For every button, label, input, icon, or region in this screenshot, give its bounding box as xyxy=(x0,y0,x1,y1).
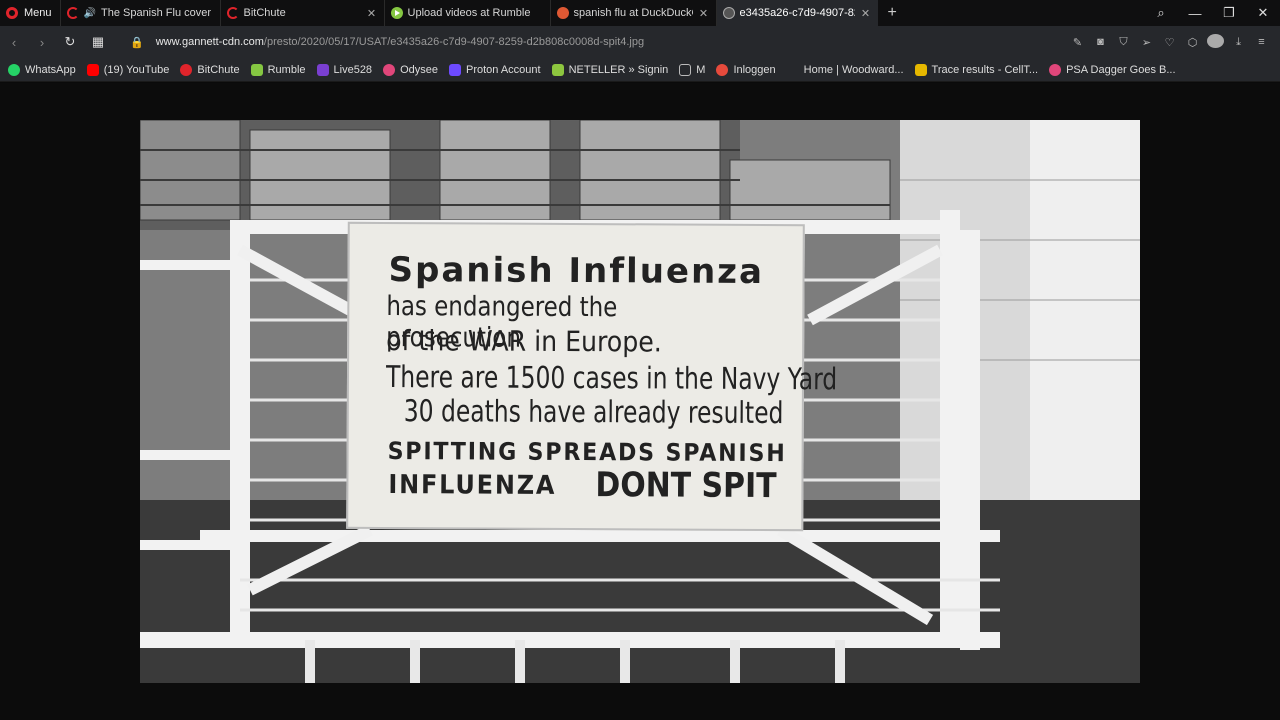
neteller-icon xyxy=(551,63,564,76)
tab-spanish-flu-video[interactable]: 🔊 The Spanish Flu cover u xyxy=(59,0,220,26)
bookmark-label: BitChute xyxy=(197,63,240,76)
bookmark-trace-results[interactable]: Trace results - CellT... xyxy=(914,63,1039,76)
tab-image-active[interactable]: e3435a26-c7d9-4907-8259 ✕ xyxy=(715,0,878,26)
cube-icon[interactable]: ⬡ xyxy=(1184,36,1201,49)
bookmark-label: (19) YouTube xyxy=(103,63,170,76)
bookmark-bitchute[interactable]: BitChute xyxy=(180,63,240,76)
youtube-icon xyxy=(86,63,99,76)
address-bar: ‹ › ↻ ▦ 🔒 www.gannett-cdn.com/presto/202… xyxy=(0,26,1280,58)
back-button[interactable]: ‹ xyxy=(0,35,28,50)
sign-line-5: 30 deaths have already resulted xyxy=(403,394,784,432)
bookmark-rumble[interactable]: Rumble xyxy=(250,63,306,76)
close-tab-icon[interactable]: ✕ xyxy=(366,7,378,20)
bookmark-label: PSA Dagger Goes B... xyxy=(1066,63,1176,76)
sign-heading: Spanish Influenza xyxy=(388,250,765,292)
folder-icon xyxy=(679,63,692,76)
odysee-icon xyxy=(383,63,396,76)
url-path: /presto/2020/05/17/USAT/e3435a26-c7d9-49… xyxy=(263,36,645,48)
tab-title: e3435a26-c7d9-4907-8259 xyxy=(739,7,855,19)
globe-icon xyxy=(722,7,735,19)
url-field[interactable]: 🔒 www.gannett-cdn.com/presto/2020/05/17/… xyxy=(130,36,644,49)
tabs-grid-icon[interactable]: ▦ xyxy=(84,34,112,50)
bookmark-neteller[interactable]: NETELLER » Signin xyxy=(551,63,669,76)
warning-sign: Spanish Influenza has endangered the pro… xyxy=(346,221,837,532)
shield-icon[interactable]: ⛉ xyxy=(1115,36,1132,49)
sign-line-6: SPITTING SPREADS SPANISH xyxy=(387,437,787,468)
heart-icon[interactable]: ♡ xyxy=(1161,36,1178,49)
bookmark-label: Home | Woodward... xyxy=(803,63,904,76)
camera-icon[interactable]: ◙ xyxy=(1092,36,1109,48)
menu-label: Menu xyxy=(24,7,52,19)
proton-icon xyxy=(448,63,461,76)
bookmark-label: M xyxy=(696,63,706,76)
close-tab-icon[interactable]: ✕ xyxy=(860,7,872,20)
search-tabs-icon[interactable]: ⌕ xyxy=(1144,5,1178,21)
tab-rumble-upload[interactable]: Upload videos at Rumble xyxy=(383,0,550,26)
bookmark-label: WhatsApp xyxy=(25,63,76,76)
bookmark-label: Proton Account xyxy=(465,63,541,76)
rumble-icon xyxy=(390,7,403,19)
tab-bar: Menu 🔊 The Spanish Flu cover u BitChute … xyxy=(0,0,1280,26)
trace-results-icon xyxy=(914,63,927,76)
bookmark-label: Rumble xyxy=(267,63,306,76)
woodward-icon xyxy=(786,63,799,76)
bookmark-label: NETELLER » Signin xyxy=(568,63,669,76)
forward-button[interactable]: › xyxy=(28,35,56,50)
bookmark-folder-m[interactable]: M xyxy=(679,63,706,76)
speaker-icon[interactable]: 🔊 xyxy=(84,8,96,19)
bitchute-icon xyxy=(66,7,79,19)
bookmark-label: Live528 xyxy=(333,63,373,76)
toolbar-icons: ✎ ◙ ⛉ ➢ ♡ ⬡ ⤓ ≡ xyxy=(1069,33,1280,51)
bookmark-label: Odysee xyxy=(400,63,438,76)
bitchute-icon xyxy=(180,63,193,76)
bookmark-label: Trace results - CellT... xyxy=(931,63,1039,76)
inloggen-icon xyxy=(716,63,729,76)
psa-dagger-icon xyxy=(1049,63,1062,76)
download-icon[interactable]: ⤓ xyxy=(1230,36,1247,49)
edit-icon[interactable]: ✎ xyxy=(1069,36,1086,49)
tab-bitchute[interactable]: BitChute ✕ xyxy=(219,0,384,26)
url-domain: www.gannett-cdn.com xyxy=(155,36,264,48)
new-tab-button[interactable]: + xyxy=(878,4,907,22)
profile-avatar[interactable] xyxy=(1207,33,1224,51)
send-icon[interactable]: ➢ xyxy=(1138,36,1155,49)
easy-setup-icon[interactable]: ≡ xyxy=(1253,36,1270,48)
bookmark-woodward[interactable]: Home | Woodward... xyxy=(786,63,904,76)
reload-button[interactable]: ↻ xyxy=(56,34,84,50)
tab-title: Upload videos at Rumble xyxy=(407,7,531,19)
tab-title: The Spanish Flu cover u xyxy=(100,7,214,19)
opera-logo-icon xyxy=(6,7,18,19)
bookmark-inloggen[interactable]: Inloggen xyxy=(716,63,776,76)
bookmarks-bar: WhatsApp (19) YouTube BitChute Rumble Li… xyxy=(0,58,1280,82)
minimize-button[interactable]: — xyxy=(1178,6,1212,21)
window-controls: ⌕ — ❐ ✕ xyxy=(1144,0,1280,26)
bookmark-odysee[interactable]: Odysee xyxy=(383,63,438,76)
lock-icon[interactable]: 🔒 xyxy=(130,36,144,49)
rumble-icon xyxy=(250,63,263,76)
bookmark-live528[interactable]: Live528 xyxy=(316,63,373,76)
bookmark-youtube[interactable]: (19) YouTube xyxy=(86,63,170,76)
close-tab-icon[interactable]: ✕ xyxy=(698,7,710,20)
duckduckgo-icon xyxy=(556,7,569,19)
whatsapp-icon xyxy=(8,63,20,76)
sign-dont-spit: DONT SPIT xyxy=(595,465,777,507)
restore-button[interactable]: ❐ xyxy=(1212,5,1246,21)
sign-line-3: of the WAR in Europe. xyxy=(386,324,662,359)
close-window-button[interactable]: ✕ xyxy=(1246,5,1280,21)
tab-duckduckgo[interactable]: spanish flu at DuckDuckGo ✕ xyxy=(549,0,716,26)
live528-icon xyxy=(316,63,329,76)
sign-line-4: There are 1500 cases in the Navy Yard xyxy=(385,360,838,398)
bookmark-whatsapp[interactable]: WhatsApp xyxy=(8,63,76,76)
opera-menu-button[interactable]: Menu xyxy=(0,0,60,26)
bookmark-label: Inloggen xyxy=(733,63,776,76)
image-viewer: Spanish Influenza has endangered the pro… xyxy=(0,83,1280,720)
spanish-flu-sign-photo[interactable]: Spanish Influenza has endangered the pro… xyxy=(140,120,1140,683)
sign-line-7: INFLUENZA xyxy=(388,470,557,501)
bitchute-icon xyxy=(226,7,239,19)
tab-title: BitChute xyxy=(243,7,286,19)
bookmark-proton[interactable]: Proton Account xyxy=(448,63,541,76)
tab-title: spanish flu at DuckDuckGo xyxy=(573,7,693,19)
bookmark-psa-dagger[interactable]: PSA Dagger Goes B... xyxy=(1049,63,1176,76)
